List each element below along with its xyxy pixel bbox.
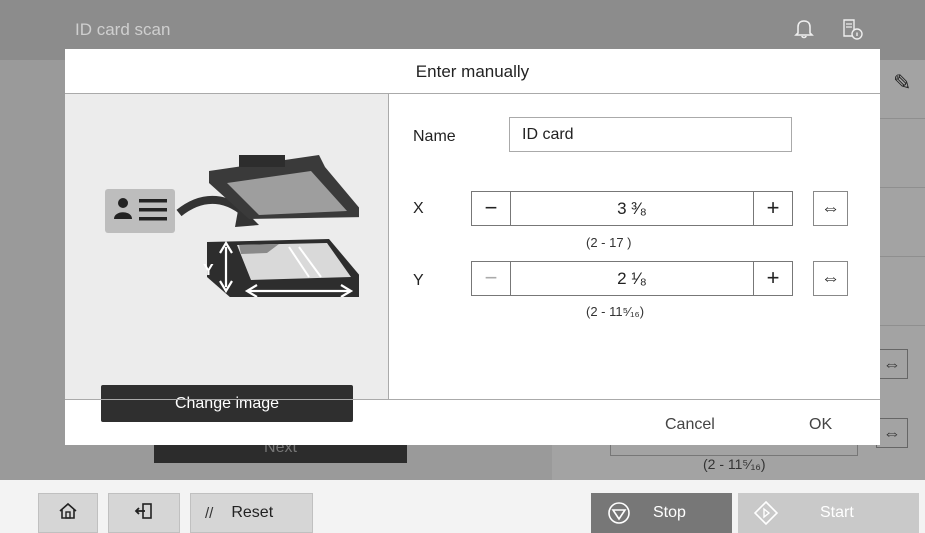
y-label: Y bbox=[413, 272, 424, 289]
cancel-button[interactable]: Cancel bbox=[665, 416, 715, 434]
y-plus-button[interactable]: + bbox=[753, 262, 792, 295]
x-stepper: − 3 ³⁄₈ + bbox=[471, 191, 793, 226]
screen-title: ID card scan bbox=[75, 20, 171, 39]
enter-manually-dialog: Enter manually Y Change image Name ID ca… bbox=[65, 49, 880, 445]
illustration-panel: Y X Change image bbox=[65, 94, 389, 422]
y-value[interactable]: 2 ¹⁄₈ bbox=[510, 262, 754, 295]
name-label: Name bbox=[413, 128, 456, 145]
x-plus-button[interactable]: + bbox=[753, 192, 792, 225]
x-swap-button[interactable]: ⇔ bbox=[813, 191, 848, 226]
name-field[interactable]: ID card bbox=[509, 117, 792, 152]
bell-icon[interactable] bbox=[790, 14, 818, 42]
y-minus-button[interactable]: − bbox=[472, 262, 511, 295]
pencil-icon[interactable]: ✎ bbox=[893, 70, 911, 96]
stop-button[interactable]: Stop bbox=[591, 493, 732, 533]
swap-icon[interactable]: ⇔ bbox=[876, 418, 908, 448]
x-range-text: (2 - 17 ) bbox=[586, 235, 632, 250]
reset-button[interactable]: // Reset bbox=[190, 493, 313, 533]
x-label: X bbox=[413, 200, 424, 217]
logout-icon bbox=[133, 500, 155, 527]
background-range-text: (2 - 11⁵⁄₁₆) bbox=[703, 456, 766, 472]
scanner-illustration: Y X bbox=[105, 155, 359, 297]
y-range-text: (2 - 11⁵⁄₁₆) bbox=[586, 304, 645, 319]
start-label: Start bbox=[820, 504, 854, 521]
stop-label: Stop bbox=[653, 504, 686, 521]
start-icon bbox=[754, 501, 778, 525]
swap-icon[interactable]: ⇔ bbox=[876, 349, 908, 379]
device-info-icon[interactable] bbox=[838, 14, 866, 42]
stop-icon bbox=[607, 501, 631, 525]
y-swap-button[interactable]: ⇔ bbox=[813, 261, 848, 296]
x-minus-button[interactable]: − bbox=[472, 192, 511, 225]
y-stepper: − 2 ¹⁄₈ + bbox=[471, 261, 793, 296]
ok-button[interactable]: OK bbox=[809, 416, 832, 434]
svg-text:Y: Y bbox=[203, 262, 214, 279]
home-icon bbox=[57, 500, 79, 527]
reset-label: Reset bbox=[231, 504, 274, 521]
reset-icon: // bbox=[205, 504, 214, 522]
logout-button[interactable] bbox=[108, 493, 180, 533]
x-value[interactable]: 3 ³⁄₈ bbox=[510, 192, 754, 225]
start-button[interactable]: Start bbox=[738, 493, 919, 533]
home-button[interactable] bbox=[38, 493, 98, 533]
change-image-button[interactable]: Change image bbox=[101, 385, 353, 422]
divider bbox=[65, 399, 880, 400]
dialog-title: Enter manually bbox=[65, 49, 880, 94]
